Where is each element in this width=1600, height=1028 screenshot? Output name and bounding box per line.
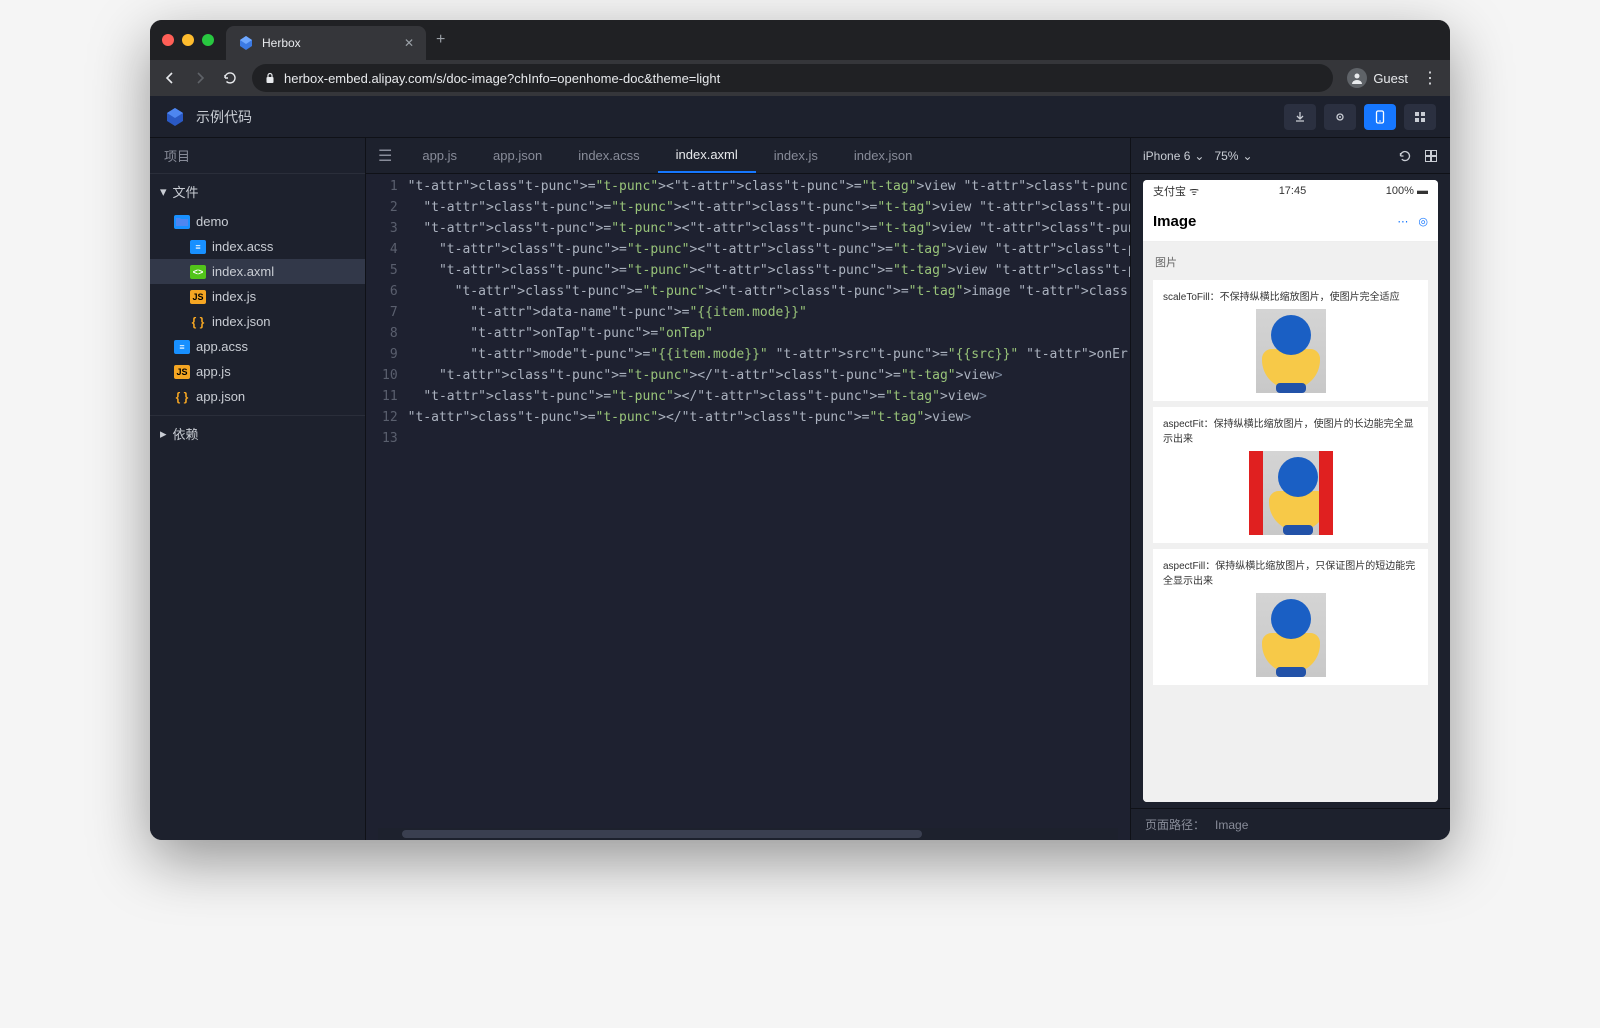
page-description: 图片 bbox=[1143, 250, 1438, 274]
wifi-icon: ᯤ bbox=[1189, 186, 1199, 198]
tab-index-acss[interactable]: index.acss bbox=[560, 138, 657, 173]
grid-view-button[interactable] bbox=[1404, 104, 1436, 130]
guest-icon bbox=[1347, 68, 1367, 88]
phone-preview-button[interactable] bbox=[1364, 104, 1396, 130]
folder-name: demo bbox=[196, 214, 229, 229]
file-icon-js: JS bbox=[190, 290, 206, 304]
chevron-right-icon: ▸ bbox=[160, 426, 167, 442]
scrollbar-thumb[interactable] bbox=[402, 830, 922, 838]
app-header: 示例代码 bbox=[150, 96, 1450, 138]
chevron-down-icon: ▾ bbox=[160, 184, 167, 200]
file-icon-json: { } bbox=[174, 390, 190, 404]
file-icon-axml: <> bbox=[190, 265, 206, 279]
file-app-js[interactable]: JS app.js bbox=[150, 359, 365, 384]
folder-demo[interactable]: demo bbox=[150, 209, 365, 234]
sidebar-section-deps[interactable]: ▸ 依赖 bbox=[150, 415, 365, 451]
lock-icon bbox=[264, 72, 276, 84]
page-path-value: Image bbox=[1215, 818, 1248, 832]
browser-nav-bar: herbox-embed.alipay.com/s/doc-image?chIn… bbox=[150, 60, 1450, 96]
folder-icon bbox=[174, 215, 190, 229]
battery-icon: ▬ bbox=[1417, 185, 1428, 197]
file-icon-acss: ≡ bbox=[190, 240, 206, 254]
chevron-down-icon: ⌄ bbox=[1194, 149, 1204, 163]
phone-simulator[interactable]: 支付宝 ᯤ 17:45 100% ▬ Image ⋯ ◎ 图片 scaleToF… bbox=[1143, 180, 1438, 802]
app-title: 示例代码 bbox=[196, 107, 252, 127]
image-section-scaletofill: scaleToFill：不保持纵横比缩放图片，使图片完全适应 bbox=[1153, 280, 1428, 401]
file-index-acss[interactable]: ≡ index.acss bbox=[150, 234, 365, 259]
profile-button[interactable]: Guest bbox=[1347, 68, 1408, 88]
file-app-json[interactable]: { } app.json bbox=[150, 384, 365, 409]
tab-app-js[interactable]: app.js bbox=[404, 138, 475, 173]
zoom-selector[interactable]: 75% ⌄ bbox=[1214, 149, 1252, 163]
editor-tabs: ☰ app.js app.json index.acss index.axml … bbox=[366, 138, 1130, 174]
page-path-label: 页面路径： bbox=[1145, 816, 1205, 833]
layout-preview-icon[interactable] bbox=[1424, 149, 1438, 163]
new-tab-button[interactable]: + bbox=[436, 31, 445, 49]
preview-toolbar: iPhone 6 ⌄ 75% ⌄ bbox=[1131, 138, 1450, 174]
preview-panel: iPhone 6 ⌄ 75% ⌄ 支付宝 bbox=[1130, 138, 1450, 840]
download-button[interactable] bbox=[1284, 104, 1316, 130]
file-app-acss[interactable]: ≡ app.acss bbox=[150, 334, 365, 359]
url-bar[interactable]: herbox-embed.alipay.com/s/doc-image?chIn… bbox=[252, 64, 1333, 92]
file-icon-js: JS bbox=[174, 365, 190, 379]
more-icon[interactable]: ⋯ bbox=[1397, 215, 1408, 228]
url-text: herbox-embed.alipay.com/s/doc-image?chIn… bbox=[284, 71, 720, 86]
refresh-preview-icon[interactable] bbox=[1398, 149, 1412, 163]
close-tab-icon[interactable]: ✕ bbox=[404, 36, 414, 50]
image-section-aspectfit: aspectFit：保持纵横比缩放图片，使图片的长边能完全显示出来 bbox=[1153, 407, 1428, 543]
phone-status-bar: 支付宝 ᯤ 17:45 100% ▬ bbox=[1143, 180, 1438, 202]
editor-menu-icon[interactable]: ☰ bbox=[366, 146, 404, 166]
tab-index-js[interactable]: index.js bbox=[756, 138, 836, 173]
app-logo-icon bbox=[164, 106, 186, 128]
editor-area: ☰ app.js app.json index.acss index.axml … bbox=[366, 138, 1130, 840]
phone-nav-bar: Image ⋯ ◎ bbox=[1143, 202, 1438, 242]
tab-title: Herbox bbox=[262, 36, 301, 50]
device-selector[interactable]: iPhone 6 ⌄ bbox=[1143, 149, 1204, 163]
window-controls bbox=[162, 34, 214, 46]
tab-index-json[interactable]: index.json bbox=[836, 138, 931, 173]
browser-tab-strip: Herbox ✕ + bbox=[150, 20, 1450, 60]
sidebar: 项目 ▾ 文件 demo ≡ index.acss <> index.axml bbox=[150, 138, 366, 840]
file-index-js[interactable]: JS index.js bbox=[150, 284, 365, 309]
chevron-down-icon: ⌄ bbox=[1242, 149, 1252, 163]
line-gutter: 12345678910111213 bbox=[366, 174, 408, 828]
favicon-icon bbox=[238, 35, 254, 51]
tab-app-json[interactable]: app.json bbox=[475, 138, 560, 173]
tab-index-axml[interactable]: index.axml bbox=[658, 138, 756, 173]
file-icon-acss: ≡ bbox=[174, 340, 190, 354]
settings-button[interactable] bbox=[1324, 104, 1356, 130]
close-window[interactable] bbox=[162, 34, 174, 46]
minimize-window[interactable] bbox=[182, 34, 194, 46]
browser-tab[interactable]: Herbox ✕ bbox=[226, 26, 426, 60]
file-index-axml[interactable]: <> index.axml bbox=[150, 259, 365, 284]
forward-button[interactable] bbox=[192, 70, 208, 86]
horizontal-scrollbar[interactable] bbox=[378, 828, 1118, 840]
back-button[interactable] bbox=[162, 70, 178, 86]
page-title: Image bbox=[1153, 213, 1196, 230]
preview-footer: 页面路径： Image bbox=[1131, 808, 1450, 840]
sidebar-section-files[interactable]: ▾ 文件 bbox=[150, 174, 365, 209]
maximize-window[interactable] bbox=[202, 34, 214, 46]
phone-body[interactable]: 图片 scaleToFill：不保持纵横比缩放图片，使图片完全适应 aspect… bbox=[1143, 242, 1438, 802]
code-content[interactable]: "t-attr">class"t-punc">="t-punc"><"t-att… bbox=[408, 174, 1130, 828]
target-icon[interactable]: ◎ bbox=[1418, 215, 1428, 228]
image-section-aspectfill: aspectFill：保持纵横比缩放图片，只保证图片的短边能完全显示出来 bbox=[1153, 549, 1428, 685]
reload-button[interactable] bbox=[222, 70, 238, 86]
guest-label: Guest bbox=[1373, 71, 1408, 86]
file-index-json[interactable]: { } index.json bbox=[150, 309, 365, 334]
browser-menu-button[interactable]: ⋮ bbox=[1422, 68, 1438, 88]
code-editor[interactable]: 12345678910111213 "t-attr">class"t-punc"… bbox=[366, 174, 1130, 828]
file-icon-json: { } bbox=[190, 315, 206, 329]
sidebar-project-label: 项目 bbox=[150, 138, 365, 174]
